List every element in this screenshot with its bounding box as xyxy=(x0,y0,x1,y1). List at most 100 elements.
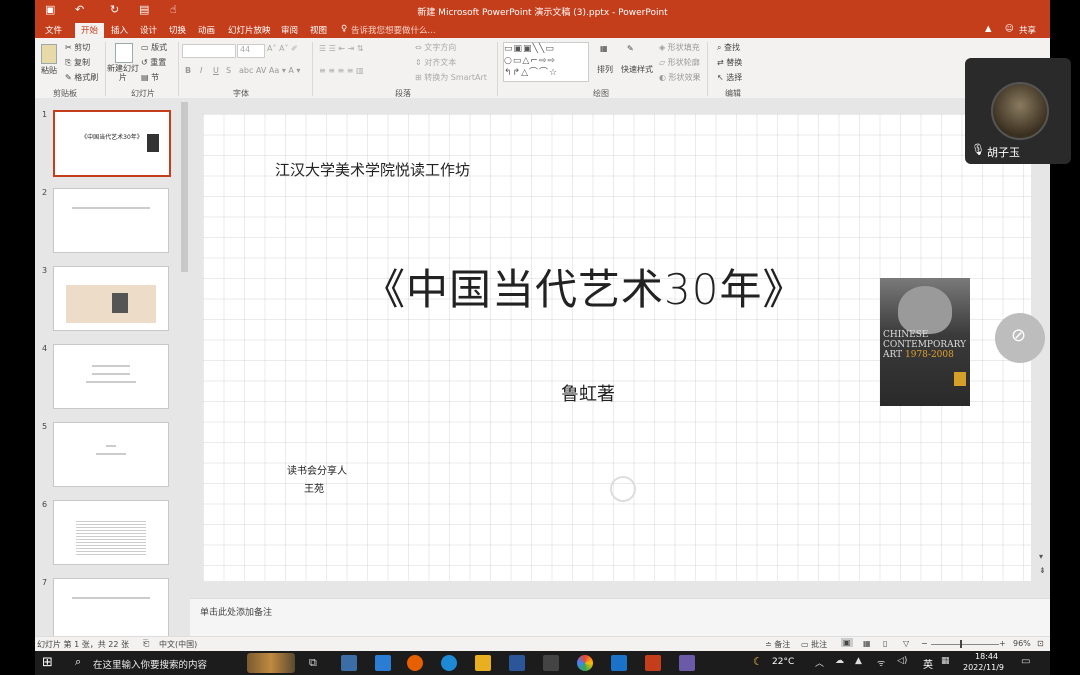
word-icon[interactable] xyxy=(509,655,525,671)
mute-button[interactable]: ⊘ xyxy=(995,313,1045,363)
next-slide-icon[interactable]: ⇟ xyxy=(1039,566,1046,575)
find-button[interactable]: ⌕ 查找 xyxy=(717,42,740,53)
tab-review[interactable]: 审阅 xyxy=(281,24,298,36)
zoom-out-icon[interactable]: − xyxy=(921,639,928,648)
slide-sorter-icon[interactable]: ▦ xyxy=(863,639,871,648)
mail-icon[interactable] xyxy=(375,655,391,671)
weather-icon[interactable]: ☾ xyxy=(753,655,763,668)
edge-icon[interactable] xyxy=(441,655,457,671)
bold-button[interactable]: B xyxy=(185,66,191,75)
slide-thumbnail-5[interactable] xyxy=(53,422,169,487)
fit-slide-icon[interactable]: ⊡ xyxy=(1037,639,1044,648)
share-button[interactable]: 共享 xyxy=(1019,24,1036,36)
zoom-in-icon[interactable]: + xyxy=(999,639,1006,648)
tab-design[interactable]: 设计 xyxy=(140,24,157,36)
notes-button[interactable]: ≐ 备注 xyxy=(765,639,790,650)
taskbar-app-icon[interactable] xyxy=(543,655,559,671)
reset-button[interactable]: ↺ 重置 xyxy=(141,57,166,68)
bullets-icon[interactable]: ☰ ☰ ⇤ ⇥ ⇅ xyxy=(319,44,364,53)
tab-transitions[interactable]: 切换 xyxy=(169,24,186,36)
slide-canvas[interactable]: 江汉大学美术学院悦读工作坊 《中国当代艺术30年》 鲁虹著 读书会分享人 王苑 … xyxy=(203,114,1031,581)
layout-button[interactable]: ▭ 版式 xyxy=(141,42,167,53)
shape-effects-button[interactable]: ◐ 形状效果 xyxy=(659,72,701,83)
weather-temp[interactable]: 22°C xyxy=(772,657,794,667)
file-explorer-icon[interactable] xyxy=(475,655,491,671)
slide-thumbnail-6[interactable] xyxy=(53,500,169,565)
clock-time[interactable]: 18:44 xyxy=(975,652,998,661)
firefox-icon[interactable] xyxy=(407,655,423,671)
zoom-slider-thumb[interactable] xyxy=(960,640,962,648)
shape-fill-button[interactable]: ◈ 形状填充 xyxy=(659,42,700,53)
ime-indicator[interactable]: 英 xyxy=(923,656,933,671)
slideshow-view-icon[interactable]: ▽ xyxy=(903,639,909,648)
windows-start-icon[interactable]: ⊞ xyxy=(42,655,53,670)
quick-styles-icon[interactable]: ✎ xyxy=(627,44,634,53)
taskbar-app-icon[interactable] xyxy=(341,655,357,671)
paste-button[interactable]: 粘贴 xyxy=(41,65,57,76)
section-button[interactable]: ▤ 节 xyxy=(141,72,159,83)
notes-pane[interactable]: 单击此处添加备注 xyxy=(190,598,1050,637)
italic-button[interactable]: I xyxy=(200,66,202,75)
shape-outline-button[interactable]: ▱ 形状轮廓 xyxy=(659,57,700,68)
format-painter-button[interactable]: ✎ 格式刷 xyxy=(65,72,98,83)
scroll-down-icon[interactable]: ▾ xyxy=(1039,552,1043,561)
replace-button[interactable]: ⇄ 替换 xyxy=(717,57,742,68)
quick-styles-button[interactable]: 快速样式 xyxy=(621,64,653,75)
presenter-label[interactable]: 读书会分享人 xyxy=(287,462,347,477)
paste-icon[interactable] xyxy=(41,44,57,64)
tell-me-box[interactable]: 告诉我您想要做什么... xyxy=(351,24,436,36)
notification-icon[interactable]: ▭ xyxy=(1021,656,1030,667)
text-direction-button[interactable]: ⇔ 文字方向 xyxy=(415,42,456,53)
accessibility-icon[interactable]: ⎗ xyxy=(143,639,149,649)
notes-placeholder[interactable]: 单击此处添加备注 xyxy=(200,605,272,618)
slide-thumbnail-3[interactable] xyxy=(53,266,169,331)
slide-thumbnail-7[interactable] xyxy=(53,578,169,643)
thumbnail-scrollbar[interactable] xyxy=(180,100,190,630)
scrollbar-thumb[interactable] xyxy=(181,102,188,272)
org-text[interactable]: 江汉大学美术学院悦读工作坊 xyxy=(275,159,470,180)
slide-thumbnail-1[interactable]: 《中国当代艺术30年》 xyxy=(53,110,171,177)
zoom-level[interactable]: 96% xyxy=(1013,639,1031,648)
participant-tile[interactable]: 🎙 胡子玉 xyxy=(965,58,1071,164)
arrange-button[interactable]: 排列 xyxy=(597,64,613,75)
volume-icon[interactable]: ◁) xyxy=(897,656,907,666)
align-text-button[interactable]: ⇕ 对齐文本 xyxy=(415,57,456,68)
tab-insert[interactable]: 插入 xyxy=(111,24,128,36)
new-slide-button[interactable]: 新建幻灯片 xyxy=(107,64,139,82)
language-status[interactable]: 中文(中国) xyxy=(159,639,197,650)
photos-icon[interactable] xyxy=(611,655,627,671)
font-family-select[interactable] xyxy=(182,44,236,58)
select-button[interactable]: ↖ 选择 xyxy=(717,72,742,83)
normal-view-icon[interactable]: ▣ xyxy=(841,638,853,647)
network-icon[interactable]: ▲ xyxy=(855,656,862,666)
image-viewer-icon[interactable] xyxy=(679,655,695,671)
book-cover-image[interactable]: CHINESE CONTEMPORARY ART 1978-2008 xyxy=(880,278,970,406)
powerpoint-icon[interactable] xyxy=(645,655,661,671)
task-view-icon[interactable]: ⧉ xyxy=(309,656,317,670)
smartart-button[interactable]: ⊞ 转换为 SmartArt xyxy=(415,72,487,83)
tab-view[interactable]: 视图 xyxy=(310,24,327,36)
new-slide-icon[interactable] xyxy=(115,43,133,63)
tray-chevron-icon[interactable]: ︿ xyxy=(815,656,824,669)
strikethrough-button[interactable]: abc AV Aa ▾ A ▾ xyxy=(239,66,300,75)
comments-button[interactable]: ▭ 批注 xyxy=(801,639,827,650)
wifi-icon[interactable]: ᯤ xyxy=(877,656,885,669)
slide-thumbnail-2[interactable] xyxy=(53,188,169,253)
presenter-name[interactable]: 王苑 xyxy=(304,480,324,495)
tab-slideshow[interactable]: 幻灯片放映 xyxy=(228,24,271,36)
shapes-gallery[interactable]: ▭▣▣╲╲▭ ○▭△⌐⇨⇨ ↰↱△⌒⌒☆ xyxy=(503,42,589,82)
font-size-select[interactable]: 44 xyxy=(237,44,265,58)
author-text[interactable]: 鲁虹著 xyxy=(561,380,615,406)
tab-animations[interactable]: 动画 xyxy=(198,24,215,36)
tab-file[interactable]: 文件 xyxy=(45,24,62,36)
taskbar-search-input[interactable]: 在这里输入你要搜索的内容 xyxy=(93,657,207,671)
arrange-icon[interactable]: ▦ xyxy=(600,44,608,53)
zoom-slider[interactable] xyxy=(931,644,999,645)
shadow-button[interactable]: S xyxy=(226,66,231,75)
search-icon[interactable]: ⌕ xyxy=(75,655,81,669)
chrome-icon[interactable] xyxy=(577,655,593,671)
underline-button[interactable]: U xyxy=(213,66,219,75)
slide-title[interactable]: 《中国当代艺术30年》 xyxy=(363,256,805,317)
reading-view-icon[interactable]: ▯ xyxy=(883,639,887,648)
tab-home[interactable]: 开始 xyxy=(75,23,105,39)
